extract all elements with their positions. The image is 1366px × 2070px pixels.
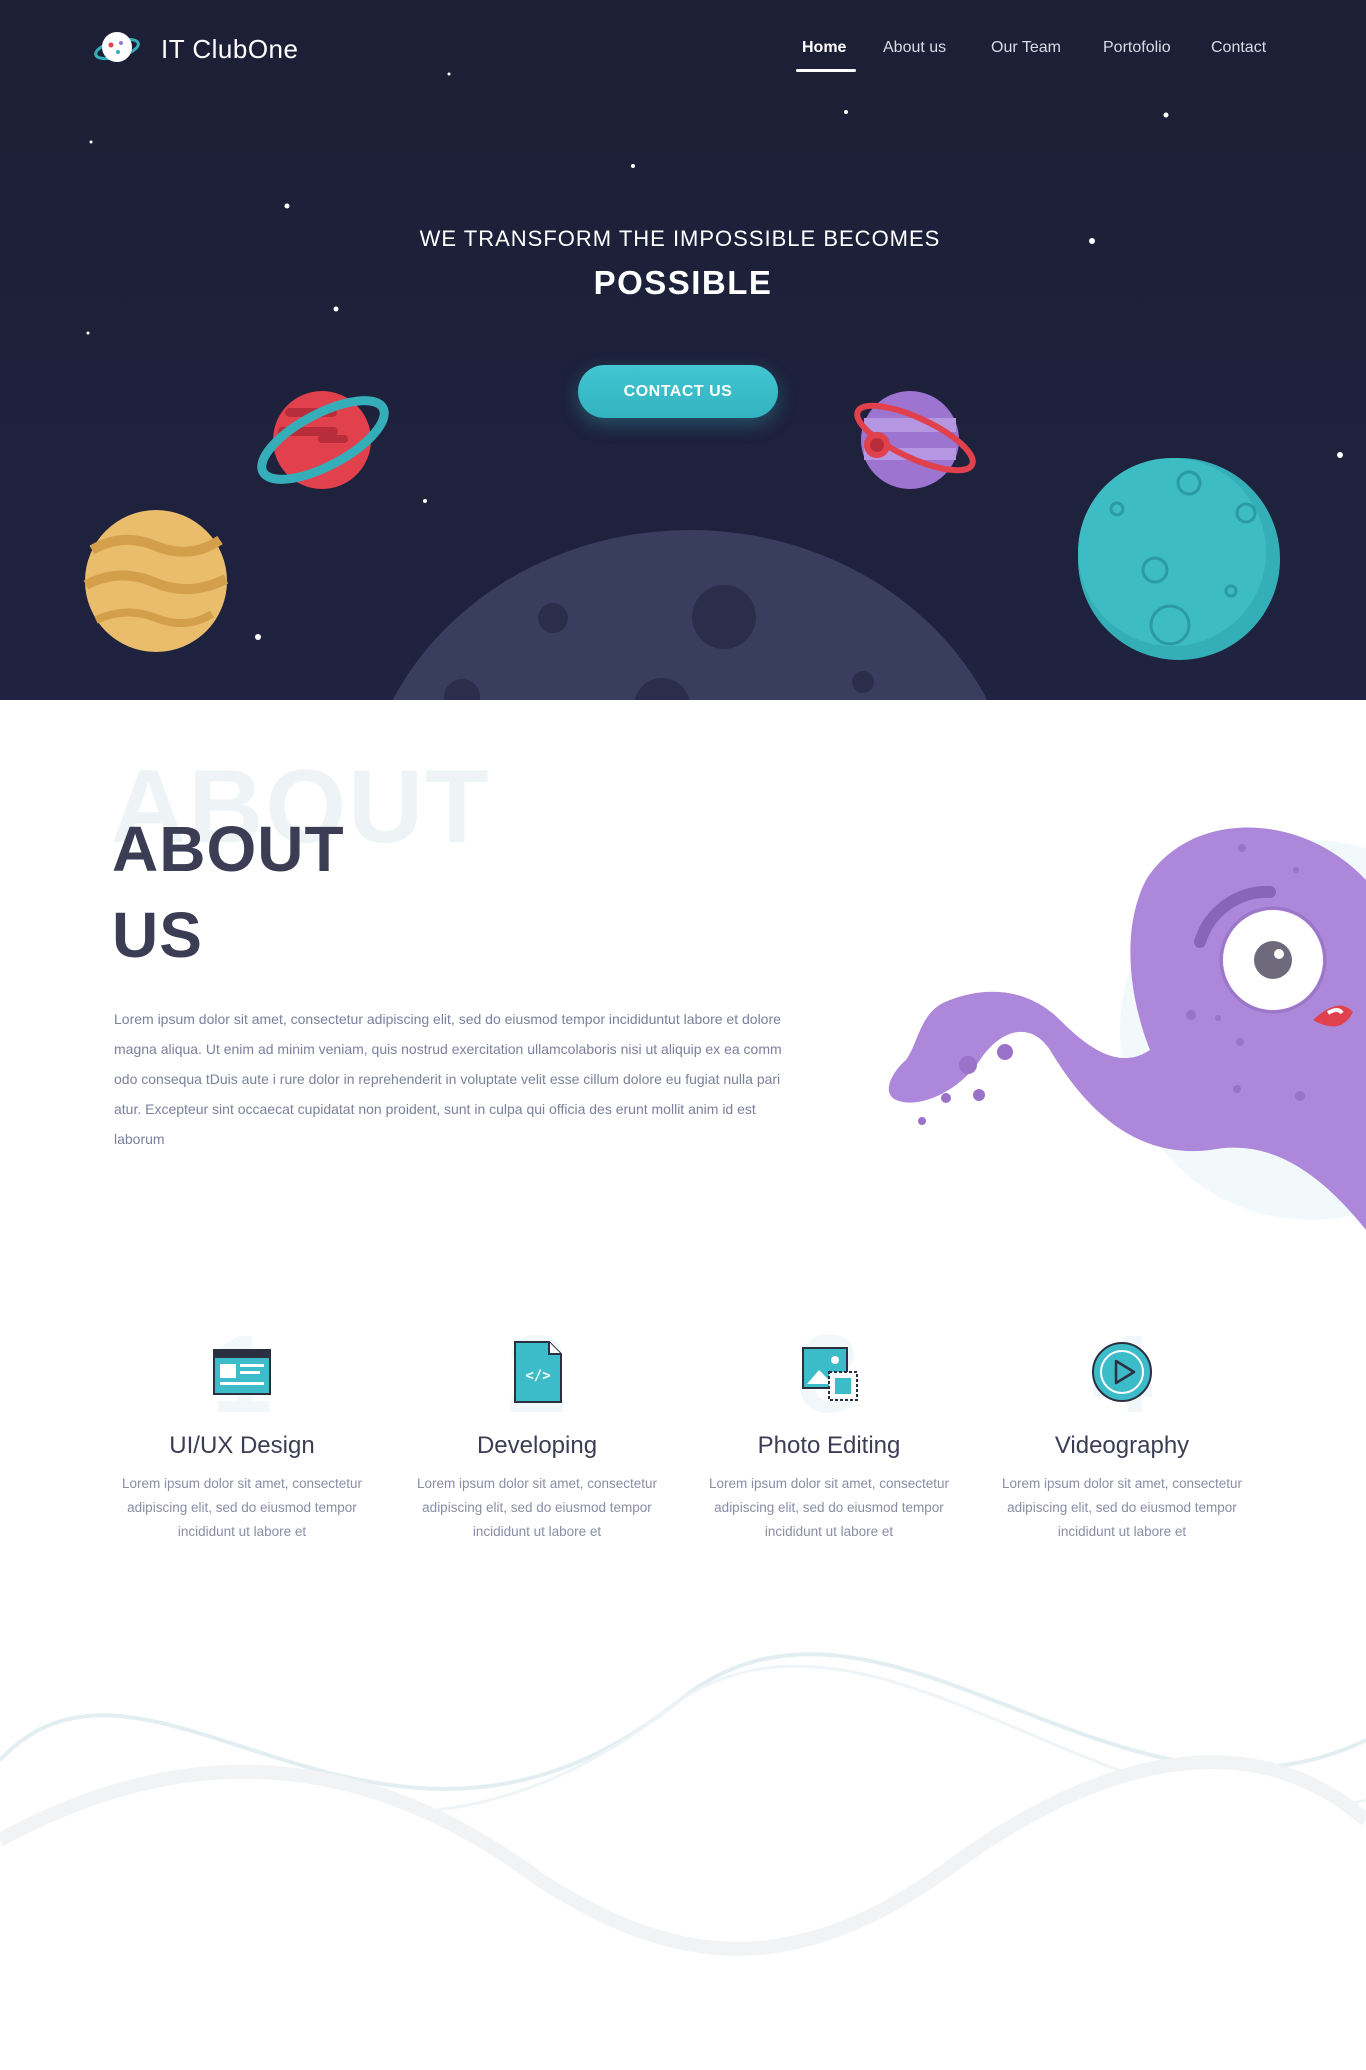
service-title: Videography	[1054, 1432, 1190, 1459]
hero-planets-illustration	[83, 391, 1280, 700]
contact-us-button[interactable]: CONTACT US	[578, 365, 778, 418]
hero-title: POSSIBLE	[593, 264, 773, 301]
purple-monster-illustration	[888, 827, 1366, 1230]
service-card-photo-editing[interactable]: 3 Photo Editing Lorem ipsum dolor sit am…	[699, 1320, 959, 1544]
hero-section: IT ClubOne Home About us Our Team Portof…	[0, 0, 1366, 700]
service-card-videography[interactable]: 4 Videography Lorem ipsum dolor sit amet…	[992, 1320, 1252, 1544]
svg-text:</>: </>	[525, 1368, 550, 1384]
service-card-uiux[interactable]: 1 UI/UX Design Lorem ipsum dolor sit ame…	[112, 1320, 372, 1544]
service-card-developing[interactable]: 2 </> Developing Lorem ipsum dolor sit a…	[407, 1320, 667, 1544]
nav-item-portofolio[interactable]: Portofolio	[1103, 36, 1171, 60]
about-paragraph: Lorem ipsum dolor sit amet, consectetur …	[114, 1011, 782, 1147]
about-title-line1: ABOUT	[112, 813, 345, 885]
nav-active-indicator	[796, 69, 856, 72]
image-edit-icon	[802, 1347, 858, 1401]
wave-background-decoration	[0, 1652, 1366, 2070]
service-title: UI/UX Design	[169, 1432, 315, 1459]
main-nav: Home About us Our Team Portofolio Contac…	[0, 36, 1366, 76]
service-description: Lorem ipsum dolor sit amet, consectetur …	[1001, 1476, 1243, 1539]
about-title-line2: US	[112, 899, 203, 971]
hero-subtitle: WE TRANSFORM THE IMPOSSIBLE BECOMES	[419, 226, 941, 251]
play-circle-icon	[1092, 1342, 1152, 1402]
nav-item-about-us[interactable]: About us	[883, 36, 946, 60]
service-title: Developing	[476, 1432, 598, 1459]
about-title: ABOUT US	[112, 806, 345, 978]
service-title: Photo Editing	[757, 1432, 901, 1459]
nav-item-contact[interactable]: Contact	[1211, 36, 1266, 60]
service-description: Lorem ipsum dolor sit amet, consectetur …	[708, 1476, 950, 1539]
service-description: Lorem ipsum dolor sit amet, consectetur …	[416, 1476, 658, 1539]
nav-item-home[interactable]: Home	[802, 36, 846, 60]
code-file-icon: </>	[514, 1341, 562, 1403]
nav-item-our-team[interactable]: Our Team	[991, 36, 1061, 60]
service-description: Lorem ipsum dolor sit amet, consectetur …	[121, 1476, 363, 1539]
browser-window-icon	[213, 1349, 271, 1395]
